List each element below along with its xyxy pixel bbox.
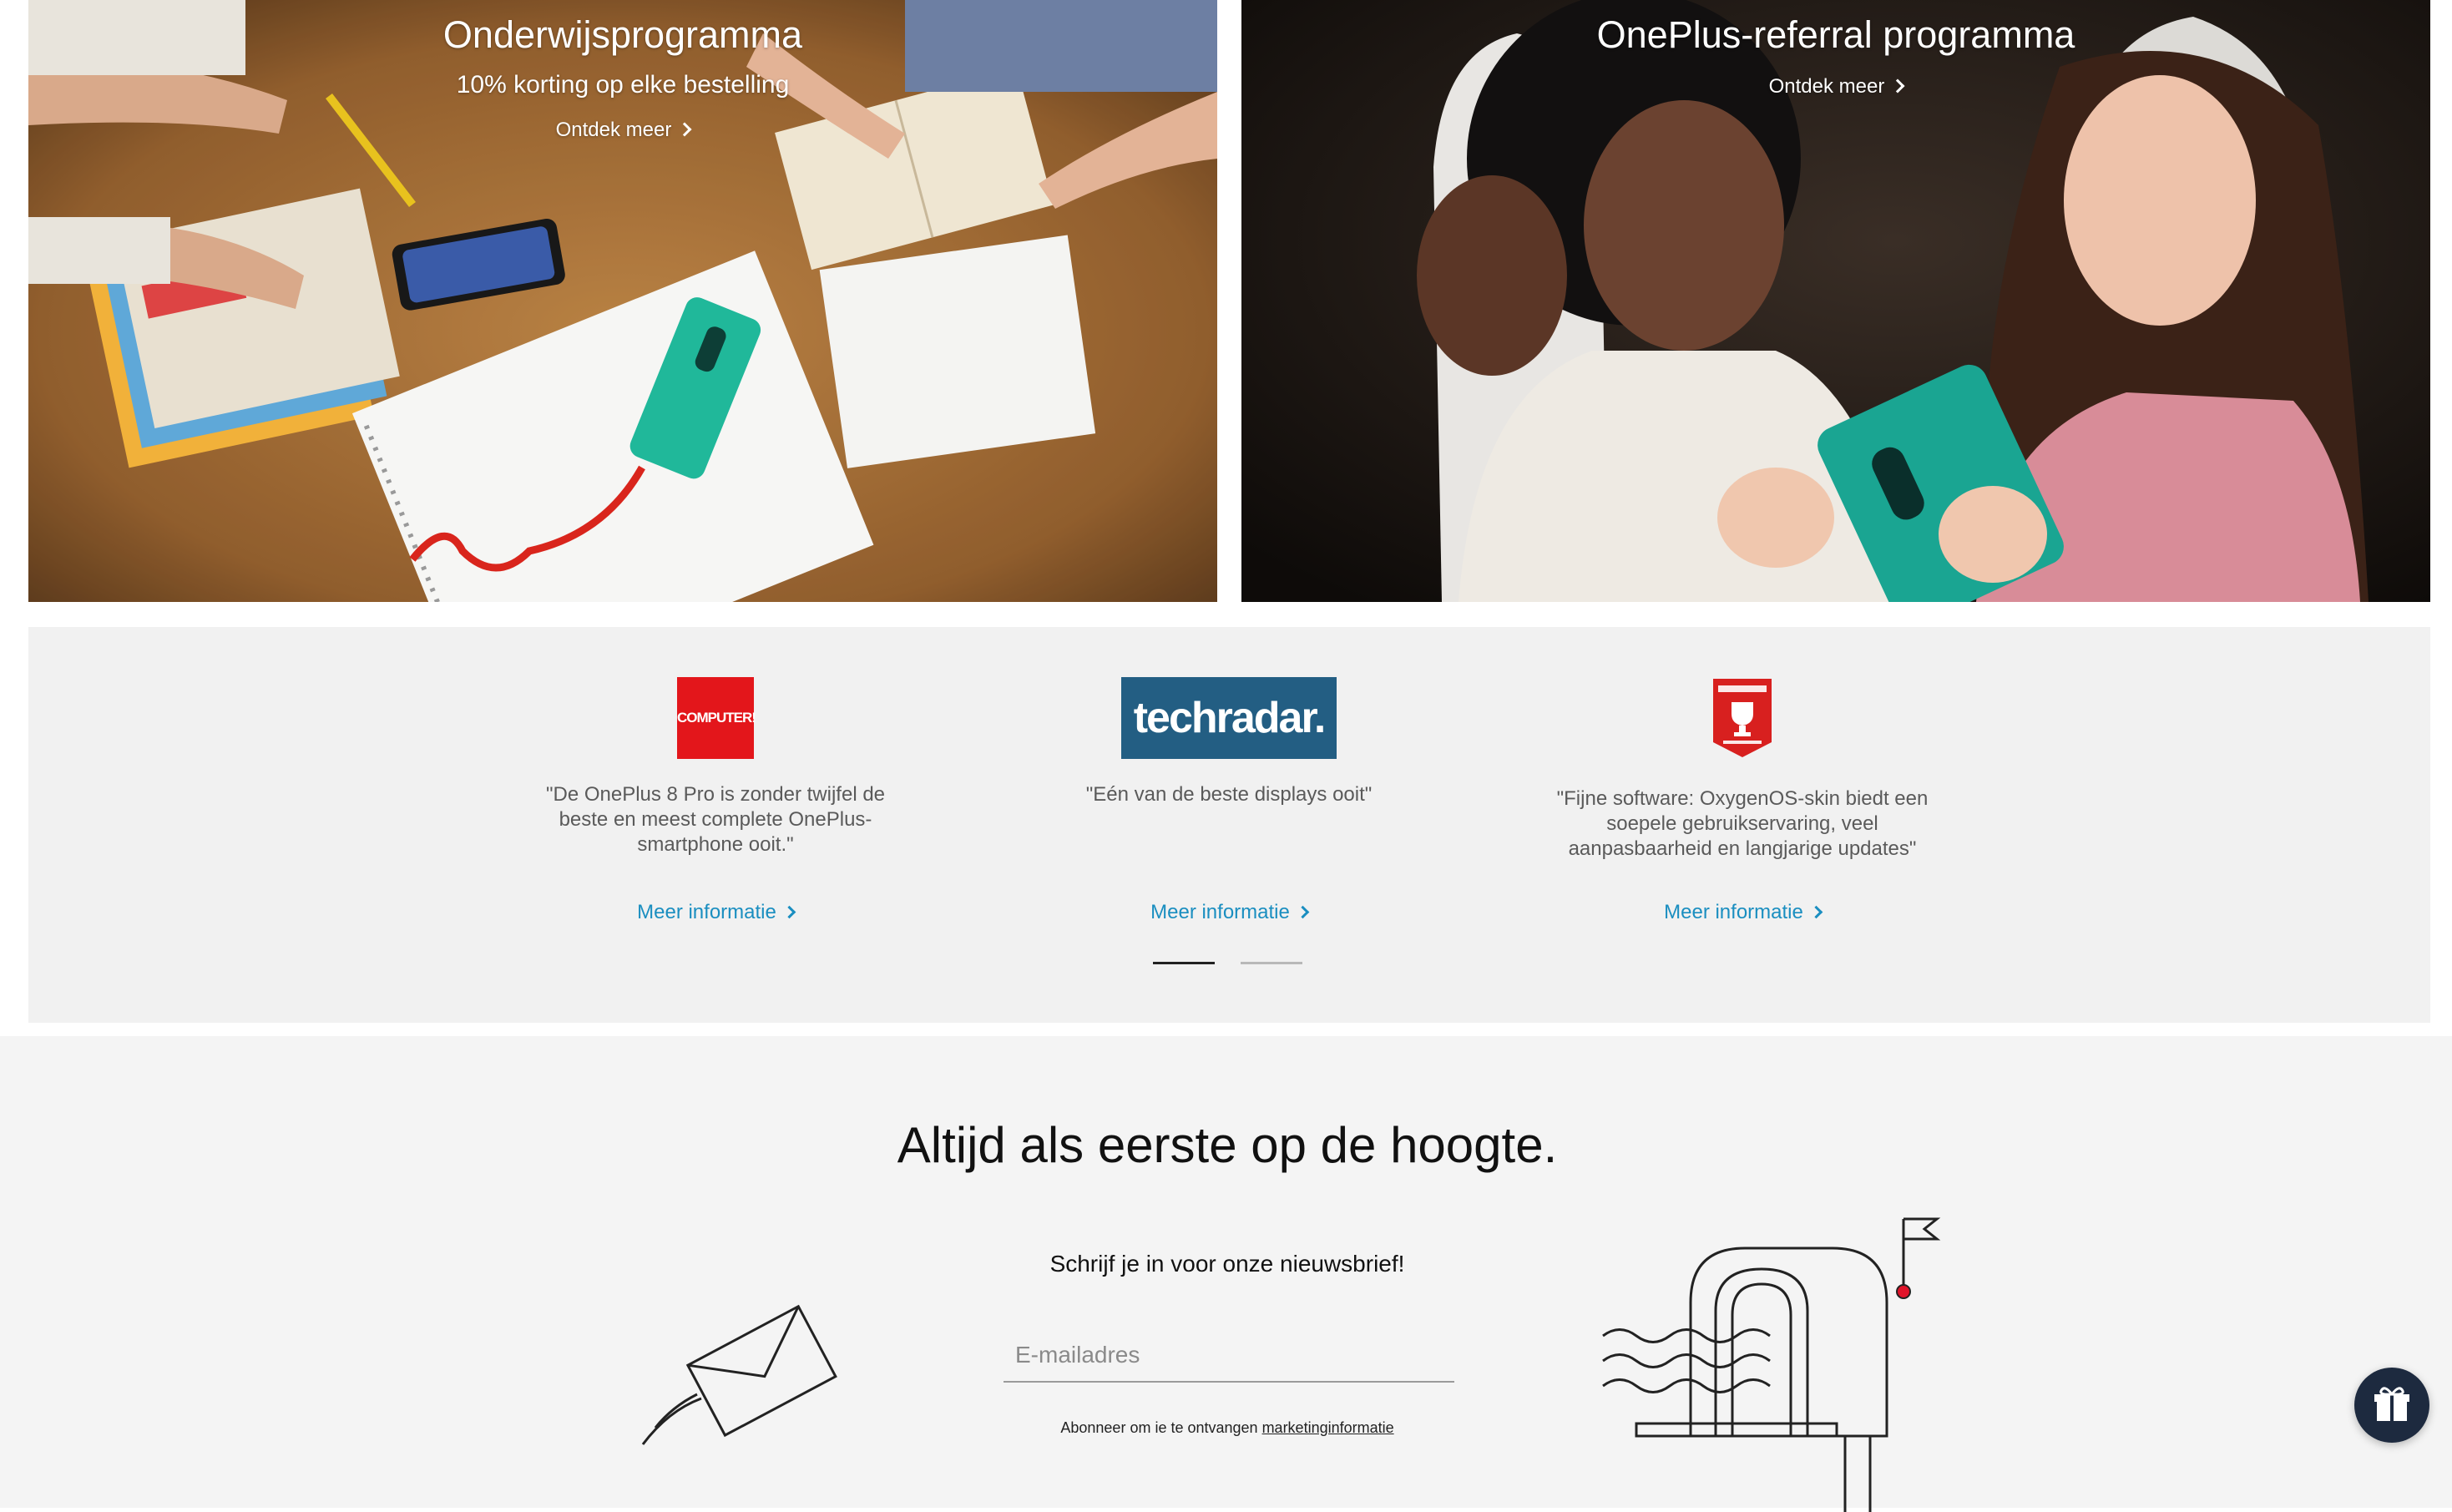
more-info-label[interactable]: Meer informatie [1664, 901, 1803, 923]
gift-icon [2374, 1387, 2409, 1421]
education-program-banner[interactable]: Onderwijsprogramma 10% korting op elke b… [28, 0, 1217, 602]
chevron-right-icon [1890, 78, 1905, 94]
review-more-info-link-techradar[interactable]: Meer informatie [1033, 901, 1425, 924]
more-info-label[interactable]: Meer informatie [1150, 901, 1290, 923]
banner-title: Onderwijsprogramma [442, 13, 803, 56]
review-card-hardware-info: "Fijne software: OxygenOS-skin biedt een… [1546, 677, 1939, 862]
slider-indicator-2[interactable] [1241, 962, 1302, 964]
review-more-info-link-computer[interactable]: Meer informatie [519, 901, 912, 924]
consent-text: Abonneer om ie te ontvangen [1060, 1419, 1258, 1436]
review-quote: "Fijne software: OxygenOS-skin biedt een… [1556, 787, 1929, 860]
mailbox-icon [1602, 1217, 1941, 1512]
banner-subtitle: 10% korting op elke bestelling [456, 71, 790, 99]
chevron-right-icon [677, 122, 692, 137]
gift-button[interactable] [2354, 1368, 2429, 1443]
review-quote: "De OnePlus 8 Pro is zonder twijfel de b… [545, 783, 886, 856]
slider-indicator-1[interactable] [1153, 962, 1215, 964]
discover-link-label[interactable]: Ontdek meer [1769, 75, 1885, 98]
chevron-right-icon [782, 905, 796, 919]
newsletter-subtitle: Schrijf je in voor onze nieuwsbrief! [1049, 1251, 1405, 1277]
chevron-right-icon [1809, 905, 1823, 919]
newsletter-title: Altijd als eerste op de hoogte. [897, 1117, 1558, 1173]
marketing-info-link[interactable]: marketinginformatie [1262, 1419, 1394, 1436]
referral-discover-link[interactable]: Ontdek meer [1241, 73, 2430, 100]
review-card-techradar: techradar. "Eén van de beste displays oo… [1033, 677, 1425, 807]
referral-program-banner[interactable]: OnePlus-referral programma Ontdek meer [1241, 0, 2430, 602]
discover-link-label[interactable]: Ontdek meer [556, 119, 672, 141]
techradar-logo: techradar. [1121, 677, 1337, 759]
more-info-label[interactable]: Meer informatie [637, 901, 776, 923]
chevron-right-icon [1296, 905, 1310, 919]
envelope-icon [641, 1304, 837, 1445]
banner-title: OnePlus-referral programma [1596, 13, 2075, 56]
hardware-info-award-logo [1711, 677, 1773, 759]
newsletter-consent: Abonneer om ie te ontvangen marketinginf… [893, 1419, 1561, 1437]
computer-logo: COMPUTER! [677, 677, 756, 759]
review-quote: "Eén van de beste displays ooit" [1085, 783, 1373, 806]
education-discover-link[interactable]: Ontdek meer [28, 117, 1217, 144]
review-card-computer: COMPUTER! "De OnePlus 8 Pro is zonder tw… [519, 677, 912, 857]
email-input[interactable] [1004, 1329, 1454, 1383]
review-more-info-link-hardware-info[interactable]: Meer informatie [1546, 901, 1939, 924]
